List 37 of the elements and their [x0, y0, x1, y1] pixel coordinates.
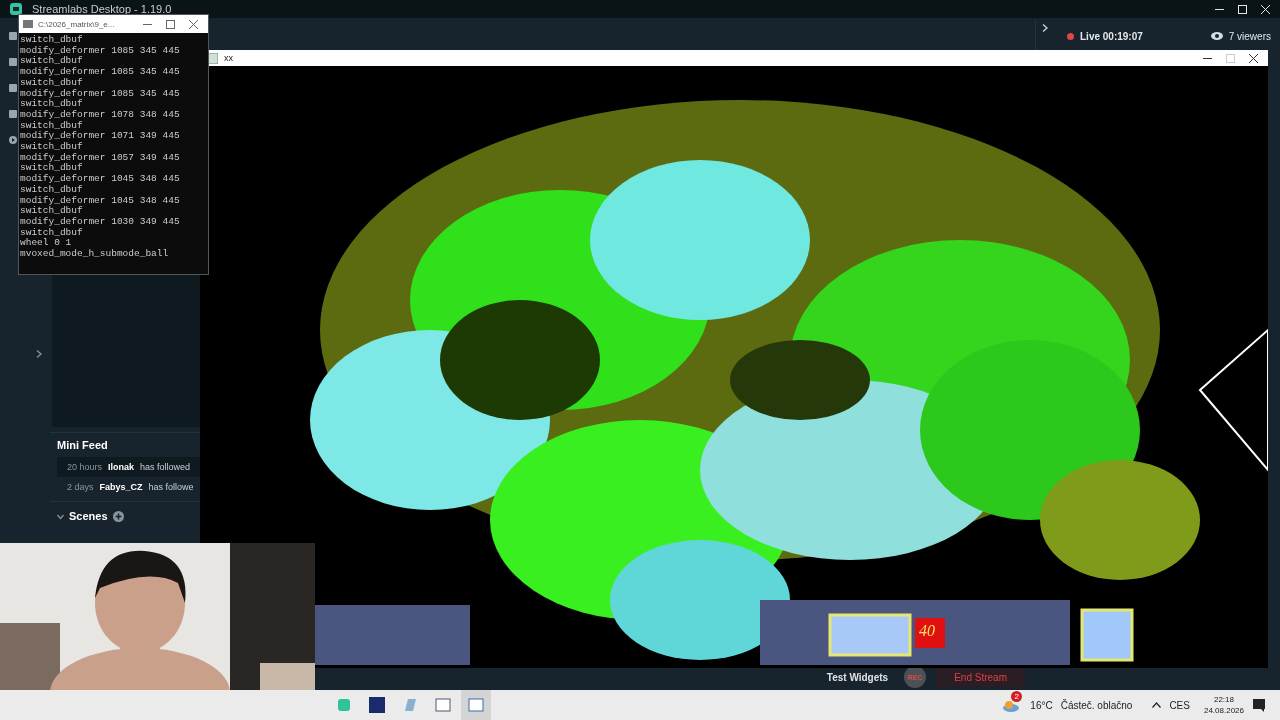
console-line: switch_dbuf: [20, 35, 84, 46]
window-title: xx: [224, 53, 233, 63]
window-title: C:\2026_matrix\9_e...: [38, 19, 115, 29]
console-line: switch_dbuf: [20, 77, 84, 89]
clock-time[interactable]: 22:18: [1213, 695, 1234, 704]
console-line: modify_deformer 1085 345 445: [20, 45, 181, 56]
console-line: modify_deformer 1030 349 445: [20, 216, 181, 228]
viewer-count: 7 viewers: [1228, 30, 1271, 42]
console-line: wheel 0 1: [20, 238, 73, 249]
feed-item[interactable]: 20 hours Ilonak has followed: [57, 457, 200, 477]
console-line: modify_deformer 1045 348 445: [20, 174, 181, 185]
console-line: switch_dbuf: [20, 227, 84, 238]
console-line: modify_deformer 1085 345 445: [20, 88, 181, 99]
console-line: modify_deformer 1045 348 445: [20, 195, 181, 206]
console-line: modify_deformer 1078 348 445: [20, 109, 181, 121]
console-line: switch_dbuf: [20, 142, 84, 153]
console-line: switch_dbuf: [20, 206, 84, 217]
console-line: modify_deformer 1057 349 445: [20, 152, 181, 163]
console-line: modify_deformer 1071 349 445: [20, 131, 181, 142]
console-line: switch_dbuf: [20, 163, 84, 174]
clock-date[interactable]: 24.08.2026: [1203, 706, 1244, 715]
console-line: switch_dbuf: [20, 99, 84, 110]
notification-badge: 2: [1011, 691, 1023, 702]
temperature[interactable]: 16°C: [1030, 699, 1053, 711]
window-title: Streamlabs Desktop - 1.19.0: [32, 3, 172, 15]
panel-title: Mini Feed: [56, 438, 109, 453]
test-widgets-button[interactable]: Test Widgets: [820, 670, 895, 684]
section-title: Scenes: [69, 510, 108, 522]
console-line: switch_dbuf: [20, 120, 84, 131]
console-line: modify_deformer 1085 345 445: [20, 67, 181, 78]
feed-item[interactable]: 2 days Fabys_CZ has followe: [50, 477, 200, 497]
console-line: switch_dbuf: [20, 56, 84, 67]
console-line: switch_dbuf: [20, 184, 84, 196]
console-line: mvoxed_mode_h_submode_ball: [20, 249, 170, 260]
live-status: Live 00:19:07: [1080, 30, 1143, 42]
language-indicator[interactable]: CES: [1169, 699, 1190, 711]
weather-text[interactable]: Částeč. oblačno: [1060, 699, 1133, 711]
